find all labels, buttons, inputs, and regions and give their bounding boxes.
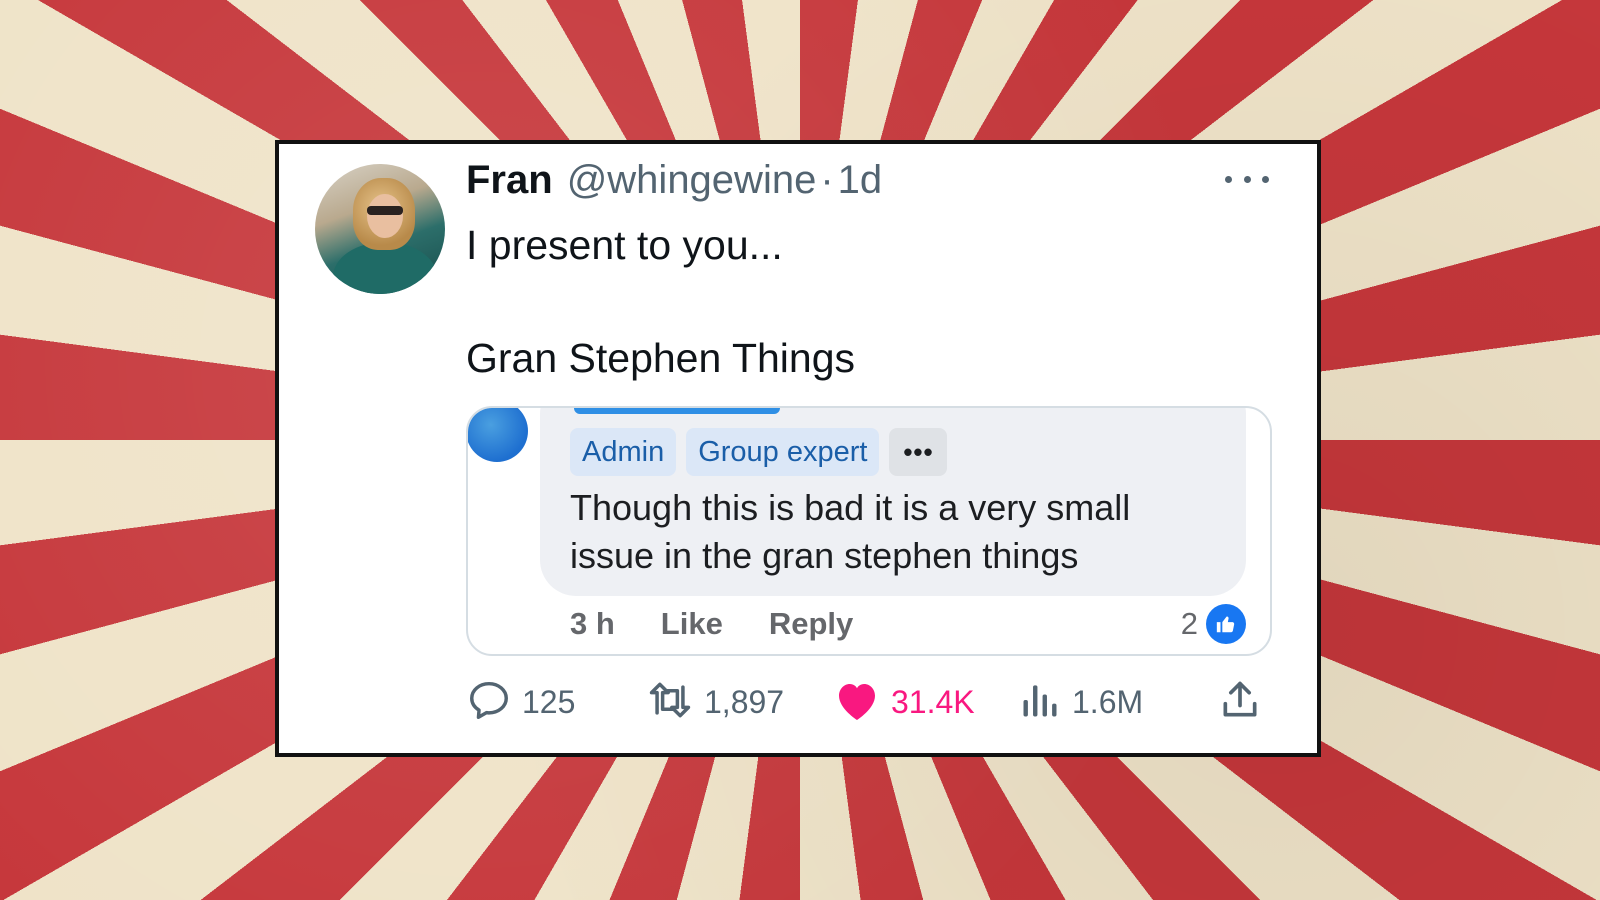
retweet-button[interactable]: 1,897 [646,678,784,726]
reaction-count: 2 [1180,606,1198,641]
comment-reply-link: Reply [768,606,854,641]
like-count: 31.4K [891,683,975,720]
comment-text: Though this is bad it is a very small is… [570,487,1131,576]
commenter-avatar [468,408,528,462]
retweet-icon [646,677,694,728]
user-handle[interactable]: @whingewine [567,158,817,203]
like-button[interactable]: 31.4K [833,678,975,726]
more-dot-icon [1225,175,1232,183]
tweet-text: I present to you... Gran Stephen Things [466,220,855,385]
bar-chart-icon [1018,678,1062,727]
tweet-text-line: Gran Stephen Things [466,335,855,382]
views-count: 1.6M [1072,683,1144,720]
views-button[interactable]: 1.6M [1018,678,1143,726]
tweet-card: Fran @whingewine · 1d I present to you..… [275,140,1321,757]
thumbs-up-icon [1206,604,1246,644]
reply-count: 125 [522,683,576,720]
more-options-button[interactable] [1225,164,1269,194]
tweet-timestamp[interactable]: 1d [838,158,883,203]
tweet-text-line: I present to you... [466,222,783,268]
comment-actions: 3 h Like Reply [570,606,899,642]
avatar-sunglasses [367,206,403,215]
avatar-face [367,194,403,238]
reply-button[interactable]: 125 [466,678,575,726]
badge-more-icon: ••• [889,428,948,476]
avatar[interactable] [315,164,445,294]
media-attachment[interactable]: Admin Group expert ••• Though this is ba… [466,406,1272,656]
reply-icon [466,677,512,728]
more-dot-icon [1243,175,1251,183]
admin-badge: Admin [570,428,677,476]
tweet-header: Fran @whingewine · 1d [466,158,882,206]
share-button[interactable] [1218,678,1262,726]
heart-icon [833,678,881,727]
comment-time: 3 h [570,606,615,641]
comment-badges: Admin Group expert ••• [570,428,948,476]
redacted-name [574,408,780,414]
share-icon [1218,677,1262,728]
tweet-action-bar: 125 1,897 31.4K 1.6M [466,672,1274,732]
retweet-count: 1,897 [704,683,785,720]
separator-dot: · [820,158,834,202]
comment-reactions: 2 [1181,604,1246,644]
group-expert-badge: Group expert [686,428,880,476]
more-dot-icon [1262,175,1269,183]
display-name[interactable]: Fran [466,158,553,203]
comment-like-link: Like [660,606,723,641]
